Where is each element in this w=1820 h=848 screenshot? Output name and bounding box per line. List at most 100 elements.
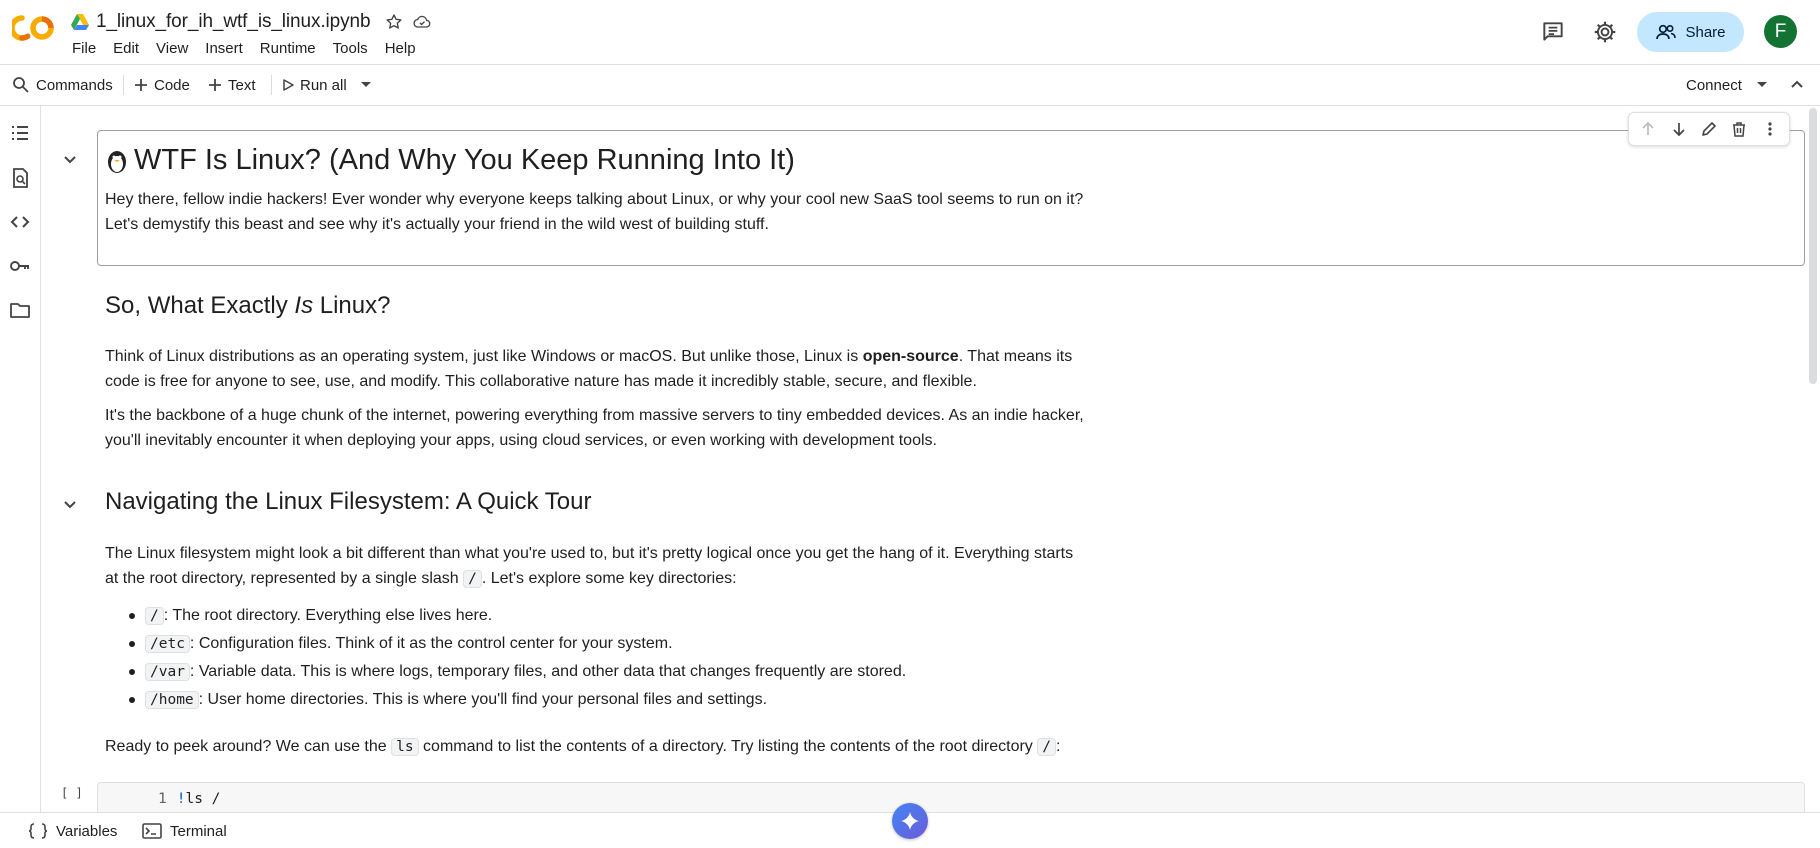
chevron-up-icon[interactable] (1790, 79, 1804, 89)
dir-code: /etc (145, 635, 190, 653)
p4-post: : (1055, 738, 1061, 755)
scrollbar[interactable] (1809, 108, 1817, 384)
menu-tools[interactable]: Tools (333, 40, 368, 57)
arrow-down-icon[interactable] (1670, 120, 1688, 138)
paragraph-ls: Ready to peek around? We can use the ls … (105, 734, 1155, 760)
more-vert-icon[interactable] (1761, 120, 1779, 138)
title-row: 1_linux_for_ih_wtf_is_linux.ipynb (70, 10, 432, 34)
penguin-emoji (108, 150, 126, 173)
code-line[interactable]: 1 !ls / (158, 791, 220, 807)
directory-list: /: The root directory. Everything else l… (105, 602, 906, 714)
dir-desc: : User home directories. This is where y… (198, 691, 768, 708)
menu-edit[interactable]: Edit (113, 40, 139, 57)
paragraph-what-is-linux-2: It's the backbone of a huge chunk of the… (105, 403, 1155, 453)
arrow-up-icon[interactable] (1639, 120, 1657, 138)
colab-logo[interactable] (12, 12, 56, 44)
h2-what-em: Is (294, 292, 314, 319)
plus-icon (209, 79, 221, 91)
code-icon[interactable] (9, 211, 31, 233)
search-icon (13, 77, 29, 93)
p1-post: . That means its (958, 348, 1073, 365)
variables-icon (28, 823, 48, 839)
list-item: /home: User home directories. This is wh… (105, 686, 906, 714)
folder-icon[interactable] (9, 299, 31, 321)
commands-button[interactable]: Commands (12, 65, 113, 105)
line-number: 1 (158, 791, 167, 807)
notebook-h1: WTF Is Linux? (And Why You Keep Running … (104, 144, 795, 177)
gear-icon[interactable] (1592, 19, 1618, 45)
dir-desc: : The root directory. Everything else li… (163, 607, 493, 624)
notebook-area: WTF Is Linux? (And Why You Keep Running … (41, 106, 1811, 812)
gemini-button[interactable] (892, 803, 928, 839)
paragraph-filesystem: The Linux filesystem might look a bit di… (105, 541, 1155, 592)
list-item: /var: Variable data. This is where logs,… (105, 658, 906, 686)
variables-label: Variables (56, 822, 118, 840)
gemini-icon (901, 812, 919, 830)
cloud-icon[interactable] (412, 12, 432, 32)
caret-down-icon[interactable] (1756, 81, 1768, 89)
toc-icon[interactable] (9, 122, 31, 144)
toolbar-divider (271, 75, 272, 95)
terminal-label: Terminal (170, 822, 227, 840)
commands-label: Commands (36, 76, 113, 94)
paragraph-what-is-linux-1: Think of Linux distributions as an opera… (105, 344, 1155, 394)
intro-paragraph: Hey there, fellow indie hackers! Ever wo… (105, 187, 1155, 237)
p3-line-2-pre: at the root directory, represented by a … (105, 570, 464, 587)
text-label: Text (228, 76, 256, 94)
menu-view[interactable]: View (156, 40, 188, 57)
menu-help[interactable]: Help (385, 40, 416, 57)
h2-what-is-linux: So, What Exactly Is Linux? (105, 292, 390, 320)
inline-code-ls: ls (391, 738, 419, 756)
pencil-icon[interactable] (1700, 120, 1718, 138)
list-item: /etc: Configuration files. Think of it a… (105, 630, 906, 658)
p3-line-2-post: . Let's explore some key directories: (481, 570, 737, 587)
p1-bold: open-source (862, 348, 959, 365)
avatar[interactable]: F (1764, 15, 1797, 48)
trash-icon[interactable] (1730, 120, 1748, 138)
star-icon[interactable] (384, 12, 404, 32)
h2-what-pre: So, What Exactly (105, 292, 295, 319)
find-icon[interactable] (9, 167, 31, 189)
terminal-icon (142, 823, 162, 839)
inline-code-root: / (463, 570, 482, 588)
dir-desc: : Variable data. This is where logs, tem… (189, 663, 907, 680)
add-code-button[interactable]: Code (134, 65, 190, 105)
menu-insert[interactable]: Insert (205, 40, 243, 57)
run-cell-indicator[interactable]: [ ] (61, 786, 83, 800)
p2-line-2: you'll inevitably encounter it when depl… (105, 432, 937, 449)
dir-code: / (145, 607, 164, 625)
plus-icon (135, 79, 147, 91)
list-item: /: The root directory. Everything else l… (105, 602, 906, 630)
h2-navigating-filesystem: Navigating the Linux Filesystem: A Quick… (105, 488, 592, 515)
add-text-button[interactable]: Text (208, 65, 256, 105)
comment-icon[interactable] (1540, 19, 1566, 45)
drive-icon (71, 14, 89, 30)
h2-what-post: Linux? (313, 292, 391, 319)
connect-button[interactable]: Connect (1686, 65, 1742, 105)
code-label: Code (154, 76, 190, 94)
menu-runtime[interactable]: Runtime (260, 40, 316, 57)
dir-code: /var (145, 663, 190, 681)
key-icon[interactable] (9, 255, 31, 277)
inline-code-root: / (1037, 738, 1056, 756)
notebook-title[interactable]: 1_linux_for_ih_wtf_is_linux.ipynb (96, 11, 371, 33)
terminal-button[interactable]: Terminal (142, 813, 227, 848)
menu-file[interactable]: File (72, 40, 96, 57)
dir-desc: : Configuration files. Think of it as th… (189, 635, 673, 652)
share-button[interactable]: Share (1637, 12, 1744, 52)
play-icon (283, 79, 294, 91)
chevron-down-icon[interactable] (61, 150, 79, 168)
app-header: 1_linux_for_ih_wtf_is_linux.ipynb File E… (0, 0, 1820, 64)
caret-down-icon[interactable] (360, 81, 372, 89)
run-all-button[interactable]: Run all (282, 65, 347, 105)
toolbar-divider (123, 75, 124, 95)
intro-line-1: Hey there, fellow indie hackers! Ever wo… (105, 191, 1084, 208)
variables-button[interactable]: Variables (28, 813, 117, 848)
connect-label: Connect (1686, 76, 1742, 94)
chevron-down-icon[interactable] (61, 495, 79, 513)
p3-line-1: The Linux filesystem might look a bit di… (105, 545, 1074, 562)
p4-mid: command to list the contents of a direct… (418, 738, 1038, 755)
p1-line-2: code is free for anyone to see, use, and… (105, 373, 977, 390)
code-text: ls / (185, 791, 221, 807)
run-all-label: Run all (300, 76, 347, 94)
